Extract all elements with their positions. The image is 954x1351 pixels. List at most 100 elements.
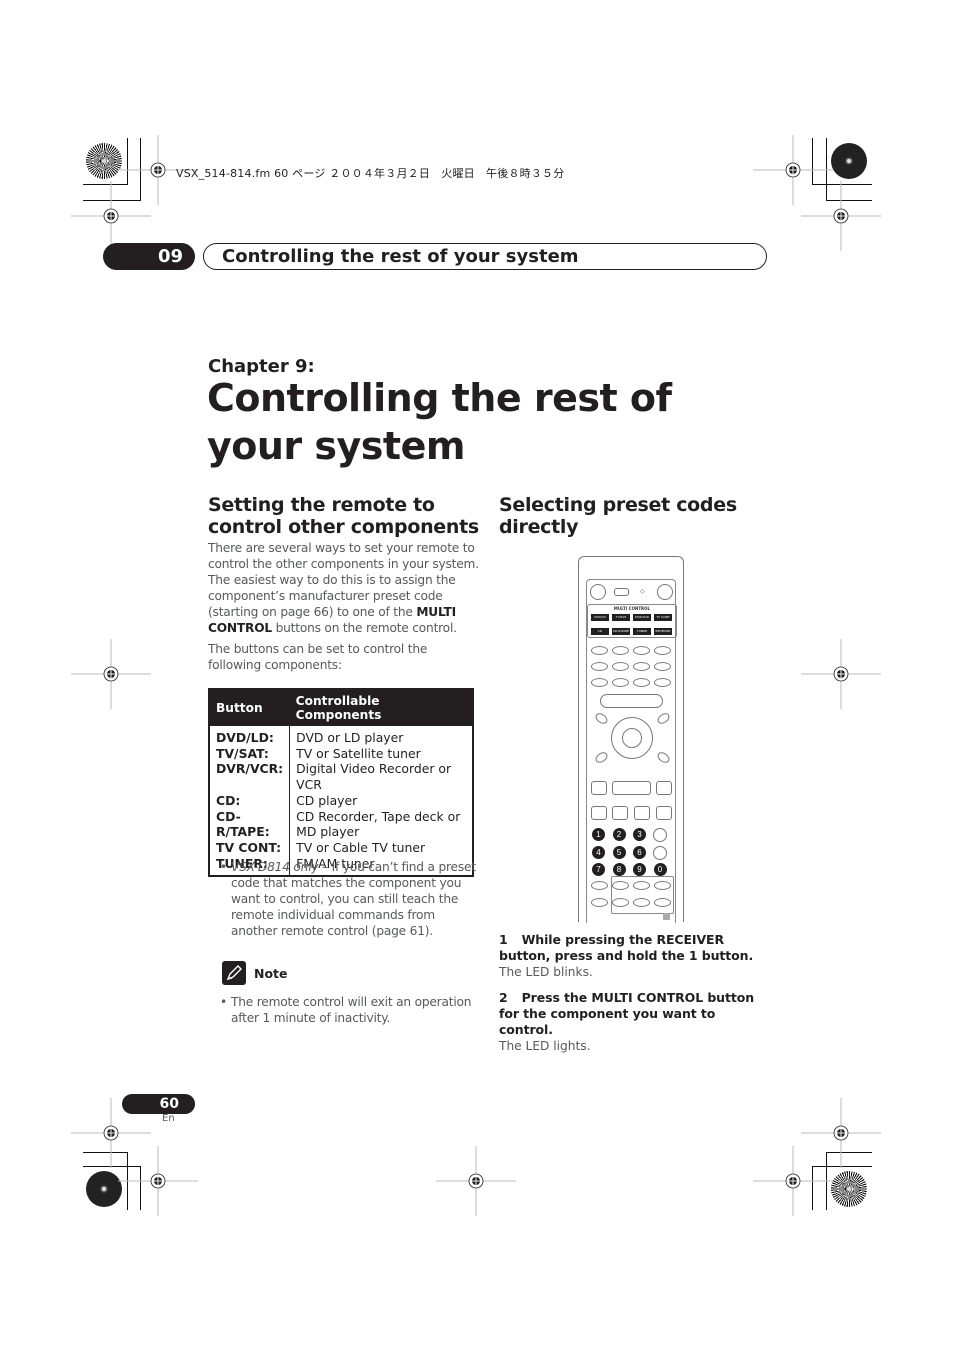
oval-button xyxy=(633,898,650,907)
step-result: The LED blinks. xyxy=(499,965,593,979)
note-label: Note xyxy=(254,966,288,981)
oval-button xyxy=(612,898,629,907)
round-button xyxy=(653,828,667,842)
logo-mark-icon xyxy=(663,913,670,920)
number-button-8: 8 xyxy=(612,863,626,876)
number-button-5: 5 xyxy=(612,845,626,859)
round-button xyxy=(653,845,667,860)
step-text: Press the MULTI CONTROL button for the c… xyxy=(499,990,755,1037)
page-title: Controlling the rest of your system xyxy=(207,376,672,468)
section-heading-setting-remote: Setting the remote to control other comp… xyxy=(208,494,479,538)
number-button-2: 2 xyxy=(612,828,626,841)
oval-button xyxy=(654,898,671,907)
number-button-1: 1 xyxy=(592,828,605,841)
round-button xyxy=(657,584,673,600)
crosshair-icon xyxy=(117,1145,199,1217)
crosshair-icon xyxy=(800,638,882,710)
remote-body: ◇ MULTI CONTROL DVD/LD TV/SAT DVR/VCR TV… xyxy=(586,579,677,923)
crosshair-icon xyxy=(800,1097,882,1169)
multi-button-dvr-vcr: DVR/VCR xyxy=(633,614,651,621)
corner-button xyxy=(655,711,672,726)
crosshair-icon xyxy=(70,180,152,252)
step-number: 1 xyxy=(499,932,508,947)
list-item: • The remote control will exit an operati… xyxy=(220,994,481,1026)
oval-button xyxy=(633,678,650,687)
buttons-paragraph: The buttons can be set to control the fo… xyxy=(208,642,428,672)
remote-control-illustration: ◇ MULTI CONTROL DVD/LD TV/SAT DVR/VCR TV… xyxy=(578,556,684,923)
corner-button xyxy=(593,711,610,726)
enter-button xyxy=(622,728,642,748)
step-item: 1 While pressing the RECEIVER button, pre… xyxy=(499,932,767,980)
multi-button-cd-r-tape: CD-R/TAPE xyxy=(612,628,630,635)
step-text: While pressing the RECEIVER button, pres… xyxy=(499,932,754,963)
crosshair-icon xyxy=(752,134,834,206)
table-row: CD-R/TAPE: CD Recorder, Tape deck or MD p… xyxy=(209,808,473,840)
column-header-components: Controllable Components xyxy=(289,689,473,726)
list-item: • VSX-D814 only – If you can’t find a pre… xyxy=(220,859,481,939)
square-button xyxy=(612,806,628,820)
oval-button xyxy=(633,646,650,655)
multi-button-tuner: TUNER xyxy=(633,628,651,635)
step-item: 2 Press the MULTI CONTROL button for the … xyxy=(499,990,767,1054)
step-number: 2 xyxy=(499,990,508,1005)
oval-button xyxy=(591,662,608,671)
component-cell: CD player xyxy=(296,792,358,808)
square-button xyxy=(656,806,672,820)
number-button-3: 3 xyxy=(633,828,646,841)
registration-marks xyxy=(70,134,882,1217)
number-button-9: 9 xyxy=(633,863,646,876)
step-result: The LED lights. xyxy=(499,1039,591,1053)
oval-button xyxy=(612,881,629,890)
oval-button xyxy=(654,881,671,890)
button-cell: DVD/LD: xyxy=(209,726,291,746)
bullet-icon: • xyxy=(220,860,227,874)
step-instruction: 1 While pressing the RECEIVER button, pre… xyxy=(499,932,767,964)
component-cell: CD Recorder, Tape deck or MD player xyxy=(296,808,461,840)
button-cell: CD: xyxy=(209,792,291,809)
square-button xyxy=(591,781,607,795)
button-cell: TV CONT: xyxy=(209,839,291,856)
oval-button xyxy=(654,662,671,671)
crosshair-icon xyxy=(70,638,152,710)
button-cell: TV/SAT: xyxy=(209,745,291,762)
section-heading-preset-codes: Selecting preset codes directly xyxy=(499,494,737,538)
bullet-icon: • xyxy=(220,995,227,1009)
page-number-badge: 60 xyxy=(122,1094,195,1114)
table-row: DVR/VCR: Digital Video Recorder or VCR xyxy=(209,761,473,793)
table-row: DVD/LD: DVD or LD player xyxy=(209,726,473,746)
number-button-6: 6 xyxy=(633,845,646,859)
chapter-number-badge: 09 xyxy=(103,243,195,270)
oval-button xyxy=(654,646,671,655)
multi-button-dvd-ld: DVD/LD xyxy=(591,614,609,621)
multi-control-label: MULTI CONTROL xyxy=(613,606,651,611)
component-cell: TV or Cable TV tuner xyxy=(296,839,426,855)
round-button xyxy=(590,584,606,600)
crosshair-icon xyxy=(800,180,882,252)
square-button xyxy=(656,781,672,795)
text: buttons on the remote control. xyxy=(271,621,457,635)
wide-button xyxy=(600,694,663,708)
square-button xyxy=(634,806,650,820)
print-slug: VSX_514-814.fm 60 ページ ２００４年３月２日 火曜日 午後８時… xyxy=(176,167,565,180)
number-button-7: 7 xyxy=(592,863,605,876)
running-header-title: Controlling the rest of your system xyxy=(203,243,767,270)
button-cell: CD-R/TAPE: xyxy=(209,808,291,840)
number-button-0: 0 xyxy=(653,863,667,876)
led-indicator-icon: ◇ xyxy=(640,588,645,595)
wide-button xyxy=(612,781,651,795)
language-code: En xyxy=(162,1113,175,1124)
multi-button-tv-cont: TV CONT xyxy=(654,614,672,621)
multi-button-tv-sat: TV/SAT xyxy=(612,614,630,621)
oval-button xyxy=(591,646,608,655)
column-header-button: Button xyxy=(209,689,290,726)
oval-button xyxy=(612,646,629,655)
table-row: CD: CD player xyxy=(209,792,473,809)
oval-button xyxy=(591,678,608,687)
controllable-components-table: Button Controllable Components DVD/LD: DV… xyxy=(208,688,474,878)
square-button xyxy=(591,806,607,820)
display-window xyxy=(614,588,629,596)
number-button-4: 4 xyxy=(592,845,605,859)
table-row: TV CONT: TV or Cable TV tuner xyxy=(209,839,473,856)
oval-button xyxy=(654,678,671,687)
oval-button xyxy=(612,678,629,687)
